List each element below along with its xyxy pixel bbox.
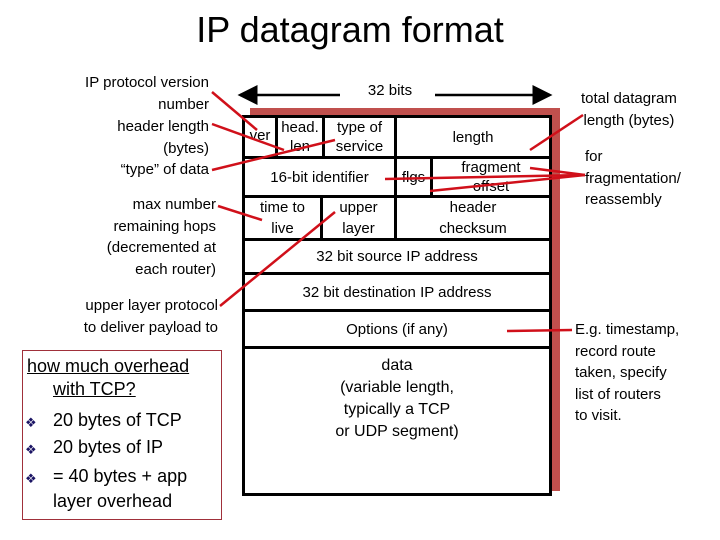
pointer-total-length (529, 113, 584, 152)
pointer-fragment (529, 166, 586, 177)
pointer-options (506, 328, 573, 333)
pointer-header-length (211, 122, 285, 152)
pointer-upper-layer (219, 211, 336, 307)
pointer-version (211, 91, 258, 131)
annotation-overlay (211, 85, 586, 333)
pointer-type-of-data (211, 138, 336, 172)
pointer-ttl (217, 204, 263, 222)
